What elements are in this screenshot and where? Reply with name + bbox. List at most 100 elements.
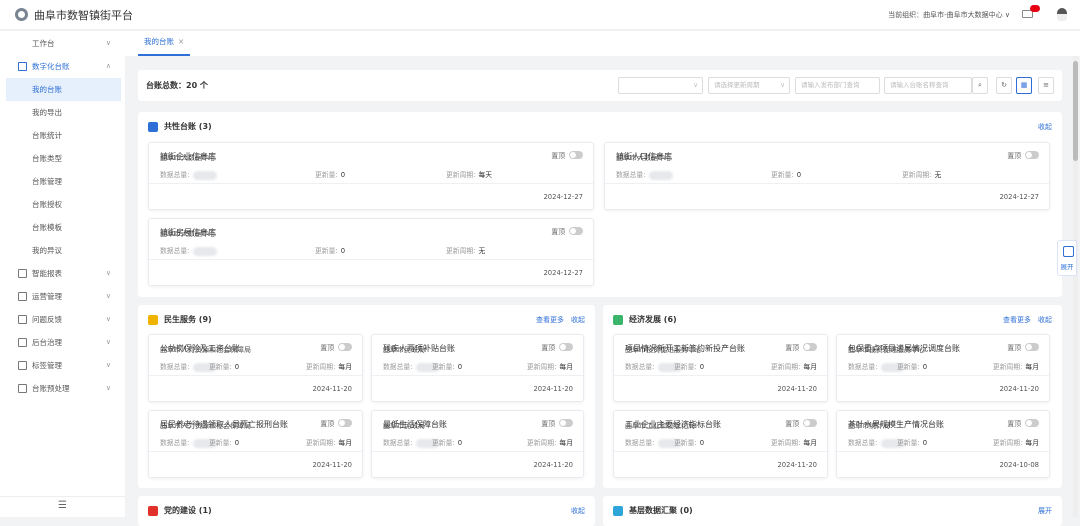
stat-label: 更新周期: bbox=[992, 439, 1023, 447]
ledger-card[interactable]: 项目情况新开工新签约新投产台账 置顶 数据总量: 更新量: 0 更新周期: 每月 曲… bbox=[613, 334, 828, 402]
section-link[interactable]: 收起 bbox=[1038, 122, 1052, 132]
scrollbar[interactable] bbox=[1073, 56, 1078, 517]
pin-toggle[interactable]: 置顶 bbox=[541, 418, 573, 428]
pin-label: 置顶 bbox=[551, 228, 565, 236]
sidebar-subitem[interactable]: 台账类型 bbox=[6, 147, 121, 170]
menu-icon bbox=[18, 292, 27, 301]
sidebar-item[interactable]: 后台治理 ∨ bbox=[0, 331, 125, 354]
pin-toggle[interactable]: 置顶 bbox=[1007, 150, 1039, 160]
sidebar-subitem[interactable]: 台账模板 bbox=[6, 216, 121, 239]
sidebar-item[interactable]: 数字化台账 ∧ bbox=[0, 55, 125, 78]
refresh-button[interactable]: ↻ bbox=[996, 77, 1012, 94]
toggle-switch[interactable] bbox=[1025, 343, 1039, 351]
ledger-card[interactable]: 居民养老待遇领取人员死亡报刑台账 置顶 数据总量: 更新量: 0 更新周期: 每月 … bbox=[148, 410, 363, 478]
card-org: 曲阜市统计局 bbox=[848, 422, 890, 430]
ledger-card[interactable]: 镇街房屋信息库 置顶 数据总量: 更新量: 0 更新周期: 无 曲阜市大数据中心 2… bbox=[148, 218, 594, 286]
ledger-card[interactable]: 包保重点项目进展情况调度台账 置顶 数据总量: 更新量: 0 更新周期: 每月 曲阜… bbox=[836, 334, 1050, 402]
toggle-switch[interactable] bbox=[338, 419, 352, 427]
search-button[interactable]: ⌕ bbox=[972, 77, 988, 94]
toggle-switch[interactable] bbox=[559, 419, 573, 427]
grid-view-button[interactable]: ▦ bbox=[1016, 77, 1032, 94]
pin-label: 置顶 bbox=[320, 344, 334, 352]
sidebar-subitem[interactable]: 我的异议 bbox=[6, 239, 121, 262]
ledger-card[interactable]: 残疾人两项补贴台账 置顶 数据总量: 更新量: 0 更新周期: 每月 曲阜市民政局 … bbox=[371, 334, 584, 402]
sidebar-item[interactable]: 标签管理 ∨ bbox=[0, 354, 125, 377]
ledger-card[interactable]: 镇街人口信息库 置顶 数据总量: 更新量: 0 更新周期: 无 曲阜市大数据中心 2… bbox=[604, 142, 1050, 210]
pin-label: 置顶 bbox=[785, 344, 799, 352]
update-period: 每月 bbox=[338, 439, 352, 447]
section-title: 民生服务 (9) bbox=[164, 315, 212, 324]
pin-label: 置顶 bbox=[541, 344, 555, 352]
menu-icon bbox=[18, 384, 27, 393]
pin-toggle[interactable]: 置顶 bbox=[785, 342, 817, 352]
card-date: 2024-11-20 bbox=[312, 385, 352, 393]
expand-float-button[interactable]: 展开 bbox=[1057, 240, 1077, 276]
section-link[interactable]: 收起 bbox=[1038, 315, 1052, 325]
name-search-input[interactable]: 请输入台账名称查询 bbox=[884, 77, 972, 94]
section-link[interactable]: 收起 bbox=[571, 506, 585, 516]
toggle-switch[interactable] bbox=[559, 343, 573, 351]
ledger-card[interactable]: 镇街企业信息库 置顶 数据总量: 更新量: 0 更新周期: 每天 曲阜市大数据中心 … bbox=[148, 142, 594, 210]
chevron-icon: ∨ bbox=[105, 338, 111, 346]
card-org: 曲阜市投资促进服务中心 bbox=[848, 346, 925, 354]
pin-toggle[interactable]: 置顶 bbox=[1007, 342, 1039, 352]
toggle-switch[interactable] bbox=[569, 151, 583, 159]
sidebar-subitem[interactable]: 我的导出 bbox=[6, 101, 121, 124]
card-org: 曲阜市民政局 bbox=[383, 346, 425, 354]
menu-icon bbox=[18, 315, 27, 324]
chevron-icon: ∨ bbox=[105, 292, 111, 300]
pin-toggle[interactable]: 置顶 bbox=[551, 150, 583, 160]
period-select[interactable]: 请选择更新周期 ∨ bbox=[708, 77, 790, 94]
pin-toggle[interactable]: 置顶 bbox=[320, 418, 352, 428]
toggle-switch[interactable] bbox=[1025, 151, 1039, 159]
card-org: 曲阜市大数据中心 bbox=[160, 230, 216, 238]
pin-toggle[interactable]: 置顶 bbox=[320, 342, 352, 352]
ledger-card[interactable]: 公益岗保险及工资台账 置顶 数据总量: 更新量: 0 更新周期: 每月 曲阜市人力资… bbox=[148, 334, 363, 402]
sidebar-subitem[interactable]: 台账统计 bbox=[6, 124, 121, 147]
sidebar-item[interactable]: 智能报表 ∨ bbox=[0, 262, 125, 285]
sidebar-subitem[interactable]: 台账管理 bbox=[6, 170, 121, 193]
scrollbar-thumb[interactable] bbox=[1073, 61, 1078, 161]
section-title: 党的建设 (1) bbox=[164, 506, 212, 515]
chevron-icon: ∨ bbox=[105, 269, 111, 277]
toggle-switch[interactable] bbox=[569, 227, 583, 235]
card-date: 2024-11-20 bbox=[533, 461, 573, 469]
ledger-card[interactable]: 工业企业主要经济指标台账 置顶 数据总量: 更新量: 0 更新周期: 每月 曲阜市工… bbox=[613, 410, 828, 478]
menu-icon bbox=[18, 62, 27, 71]
list-view-button[interactable]: ≡ bbox=[1038, 77, 1054, 94]
pin-toggle[interactable]: 置顶 bbox=[1007, 418, 1039, 428]
pin-toggle[interactable]: 置顶 bbox=[551, 226, 583, 236]
section-link[interactable]: 展开 bbox=[1038, 506, 1052, 516]
toggle-switch[interactable] bbox=[803, 419, 817, 427]
pin-toggle[interactable]: 置顶 bbox=[541, 342, 573, 352]
sidebar-subitem[interactable]: 台账授权 bbox=[6, 193, 121, 216]
pin-label: 置顶 bbox=[1007, 152, 1021, 160]
sidebar-item[interactable]: 台账预处理 ∨ bbox=[0, 377, 125, 400]
sidebar-item[interactable]: 工作台 ∨ bbox=[0, 32, 125, 55]
collapse-sidebar-icon[interactable]: ☰ bbox=[58, 500, 67, 511]
dept-search-input[interactable]: 请输入发布部门查询 bbox=[795, 77, 880, 94]
org-selector[interactable]: 当前组织：曲阜市-曲阜市大数据中心 ∨ bbox=[888, 10, 1010, 20]
ledger-card[interactable]: 茶叶水果规模生产情况台账 置顶 数据总量: 更新量: 0 更新周期: 每月 曲阜市统… bbox=[836, 410, 1050, 478]
close-icon[interactable]: × bbox=[178, 37, 184, 46]
pin-toggle[interactable]: 置顶 bbox=[785, 418, 817, 428]
toggle-switch[interactable] bbox=[803, 343, 817, 351]
menu-icon bbox=[18, 269, 27, 278]
filter-select[interactable]: ∨ bbox=[618, 77, 703, 94]
chevron-down-icon: ∨ bbox=[693, 81, 698, 89]
section-link[interactable]: 查看更多 bbox=[1003, 315, 1031, 325]
ledger-card[interactable]: 最低生活保障台账 置顶 数据总量: 更新量: 0 更新周期: 每月 曲阜市民政局 2… bbox=[371, 410, 584, 478]
toggle-switch[interactable] bbox=[338, 343, 352, 351]
card-org: 曲阜市人力资源和社会保障局 bbox=[160, 346, 251, 354]
card-date: 2024-11-20 bbox=[777, 385, 817, 393]
tab-my-ledger[interactable]: 我的台账 × bbox=[138, 31, 191, 56]
ledger-section: 共性台账 (3) 收起 镇街企业信息库 置顶 数据总量: 更新量: 0 更新周期:… bbox=[138, 112, 1062, 297]
sidebar-item[interactable]: 运营管理 ∨ bbox=[0, 285, 125, 308]
section-link[interactable]: 收起 bbox=[571, 315, 585, 325]
toggle-switch[interactable] bbox=[1025, 419, 1039, 427]
section-link[interactable]: 查看更多 bbox=[536, 315, 564, 325]
sidebar-item[interactable]: 问题反馈 ∨ bbox=[0, 308, 125, 331]
avatar[interactable] bbox=[1057, 8, 1067, 21]
ledger-section: 民生服务 (9) 查看更多 收起 公益岗保险及工资台账 置顶 数据总量: 更新量:… bbox=[138, 305, 595, 488]
sidebar-subitem[interactable]: 我的台账 bbox=[6, 78, 121, 101]
